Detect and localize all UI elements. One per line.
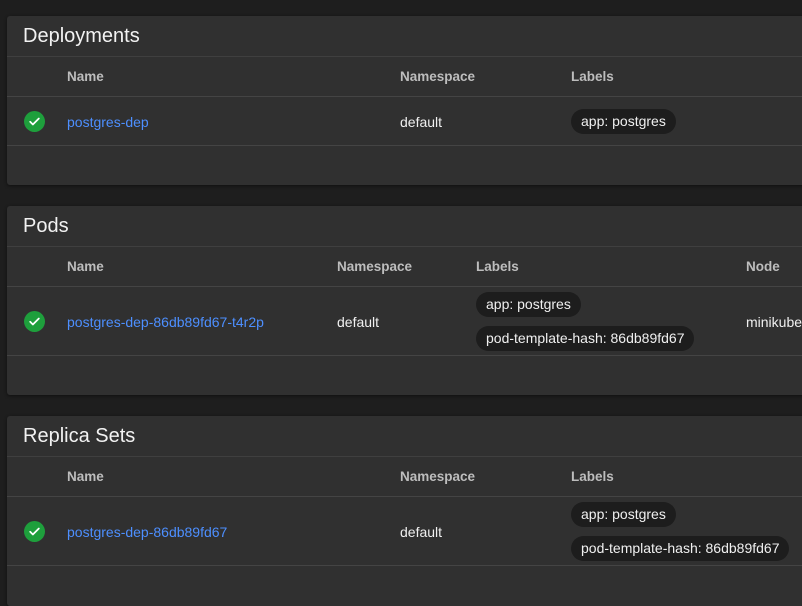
- table-row: postgres-dep-86db89fd67-t4r2p default ap…: [7, 287, 802, 356]
- column-header-namespace[interactable]: Namespace: [400, 469, 475, 484]
- column-header-labels: Labels: [571, 69, 614, 84]
- label-chip: pod-template-hash: 86db89fd67: [571, 536, 790, 561]
- deployments-header-row: Name Namespace Labels: [7, 57, 802, 97]
- replica-set-name-link[interactable]: postgres-dep-86db89fd67: [67, 524, 227, 540]
- label-chip: pod-template-hash: 86db89fd67: [476, 326, 695, 351]
- column-header-labels: Labels: [476, 259, 519, 274]
- replica-sets-title: Replica Sets: [7, 416, 802, 457]
- pods-card: Pods Name Namespace Labels Node postgres…: [7, 206, 802, 395]
- deployments-title: Deployments: [7, 16, 802, 57]
- deployments-card: Deployments Name Namespace Labels postgr…: [7, 16, 802, 185]
- check-circle-icon: [24, 521, 45, 542]
- column-header-namespace[interactable]: Namespace: [400, 69, 475, 84]
- table-row: postgres-dep-86db89fd67 default app: pos…: [7, 497, 802, 566]
- column-header-name[interactable]: Name: [67, 259, 104, 274]
- pods-header-row: Name Namespace Labels Node: [7, 247, 802, 287]
- check-circle-icon: [24, 111, 45, 132]
- namespace-value: default: [400, 524, 443, 540]
- column-header-name[interactable]: Name: [67, 469, 104, 484]
- node-link[interactable]: minikube: [746, 314, 802, 330]
- deployment-name-link[interactable]: postgres-dep: [67, 114, 149, 130]
- check-circle-icon: [24, 311, 45, 332]
- table-row: postgres-dep default app: postgres: [7, 97, 802, 146]
- column-header-node[interactable]: Node: [746, 259, 780, 274]
- label-chip: app: postgres: [571, 109, 676, 134]
- namespace-value: default: [400, 114, 443, 130]
- replica-sets-header-row: Name Namespace Labels: [7, 457, 802, 497]
- namespace-value: default: [337, 314, 380, 330]
- label-chip: app: postgres: [476, 292, 581, 317]
- pod-name-link[interactable]: postgres-dep-86db89fd67-t4r2p: [67, 314, 264, 330]
- label-chip: app: postgres: [571, 502, 676, 527]
- pods-title: Pods: [7, 206, 802, 247]
- replica-sets-card: Replica Sets Name Namespace Labels postg…: [7, 416, 802, 606]
- column-header-namespace[interactable]: Namespace: [337, 259, 412, 274]
- column-header-name[interactable]: Name: [67, 69, 104, 84]
- column-header-labels: Labels: [571, 469, 614, 484]
